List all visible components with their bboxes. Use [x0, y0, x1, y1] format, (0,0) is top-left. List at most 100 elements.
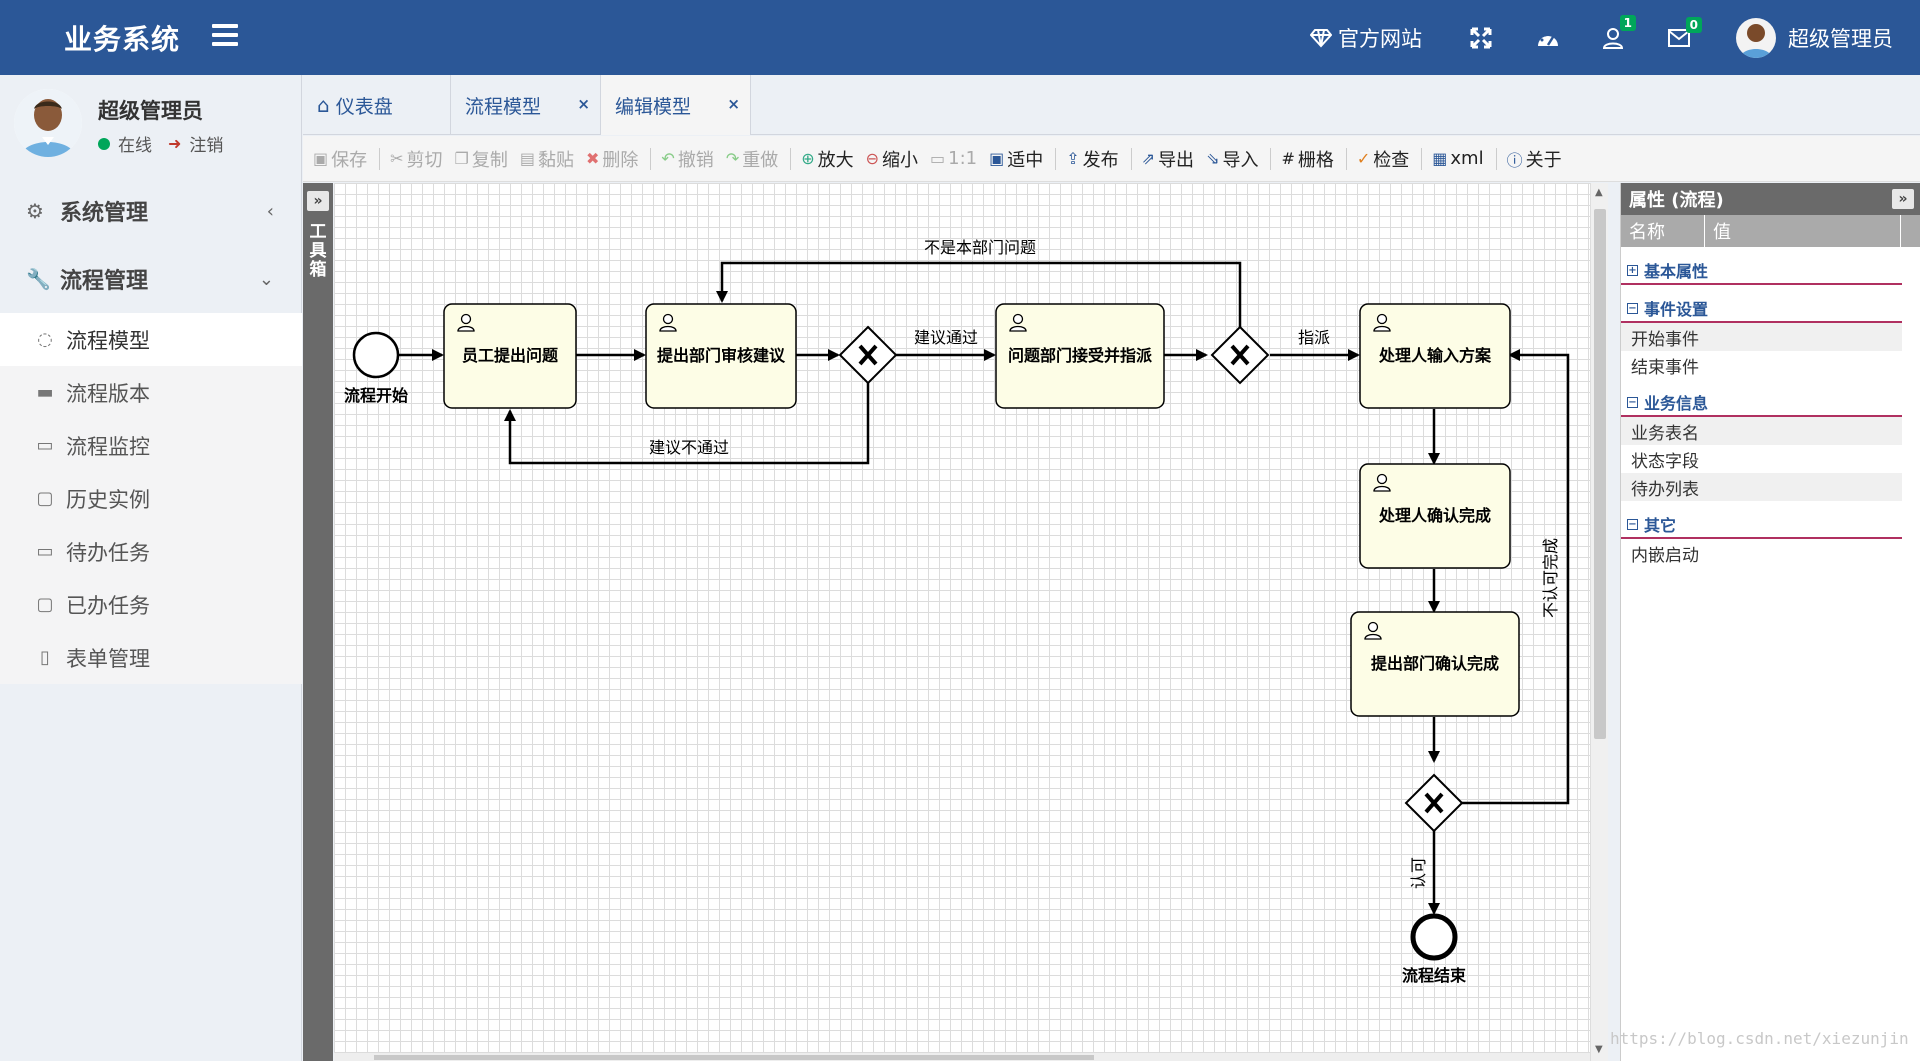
canvas-horizontal-scrollbar[interactable] — [334, 1053, 1590, 1061]
menu-group-label: 流程管理 — [60, 269, 149, 294]
editor-toolbar: ▣ 保存 ✂ 剪切 ❐ 复制 ▤ 黏贴 ✖ 删除 ↶ 撤销 ↷ 重做 ⊕ 放大 ⊖ 缩小 ▭ 1:1… — [303, 136, 1920, 182]
paste-button[interactable]: ▤ 黏贴 — [520, 146, 574, 172]
task-t6[interactable]: 提出部门确认完成 — [1350, 611, 1520, 717]
file-icon: ▯ — [40, 647, 50, 668]
expand-icon[interactable]: » — [307, 191, 329, 211]
prop-row[interactable]: 内嵌启动 — [1621, 539, 1902, 567]
dashboard-icon[interactable] — [1536, 28, 1560, 48]
tab-dashboard[interactable]: ⌂ 仪表盘 — [303, 75, 451, 135]
menu-group-process[interactable]: 🔧 流程管理 ⌄ — [0, 245, 302, 313]
task-t1[interactable]: 员工提出问题 — [443, 303, 577, 409]
task-t3[interactable]: 问题部门接受并指派 — [995, 303, 1165, 409]
publish-button[interactable]: ⇪ 发布 — [1066, 146, 1118, 172]
scroll-thumb[interactable] — [1594, 209, 1606, 739]
collapse-icon: − — [1627, 302, 1638, 314]
prop-group-other[interactable]: − 其它 — [1621, 511, 1902, 539]
sidebar-item-process-version[interactable]: ▬ 流程版本 — [0, 366, 302, 419]
user-menu[interactable]: 超级管理员 — [1736, 17, 1893, 58]
import-button[interactable]: ⇘ 导入 — [1206, 146, 1258, 172]
menu-toggle-icon[interactable] — [212, 24, 238, 46]
sidebar-item-todo[interactable]: ▭ 待办任务 — [0, 525, 302, 578]
prop-group-events[interactable]: − 事件设置 — [1621, 295, 1902, 323]
redo-button[interactable]: ↷ 重做 — [726, 146, 778, 172]
tab-process-model[interactable]: 流程模型 × — [451, 75, 601, 135]
gear-icon: ⚙ — [26, 199, 44, 223]
website-link[interactable]: 官方网站 — [1338, 23, 1422, 53]
mail-button[interactable]: 0 — [1668, 16, 1702, 47]
sidebar-item-process-monitor[interactable]: ▭ 流程监控 — [0, 419, 302, 472]
fullscreen-icon[interactable] — [1470, 27, 1492, 49]
scroll-thumb[interactable] — [374, 1055, 1094, 1060]
about-button[interactable]: ⓘ 关于 — [1507, 146, 1562, 172]
menu-group-system[interactable]: ⚙ 系统管理 ‹ — [0, 177, 302, 245]
export-label: 导出 — [1158, 149, 1195, 171]
actual-size-button[interactable]: ▭ 1:1 — [930, 148, 977, 169]
username: 超级管理员 — [1788, 26, 1893, 51]
diagram-canvas[interactable]: 流程开始 流程结束 员工提出问题 提出部门审核建议 问题部门接受并指派 处理人输… — [334, 183, 1590, 1061]
logout-icon: ➜ — [168, 134, 182, 153]
exclusive-gateway-3[interactable] — [1404, 773, 1464, 833]
sidebar-item-process-model[interactable]: ◌ 流程模型 — [0, 313, 302, 366]
prop-row[interactable]: 业务表名 — [1621, 417, 1902, 445]
sidebar-item-history[interactable]: ▢ 历史实例 — [0, 472, 302, 525]
scroll-down-icon[interactable]: ▼ — [1595, 1044, 1603, 1055]
exclusive-gateway-1[interactable] — [838, 325, 898, 385]
prop-group-basic[interactable]: + 基本属性 — [1621, 257, 1902, 285]
prop-row-label: 待办列表 — [1631, 479, 1699, 500]
exclusive-gateway-2[interactable] — [1210, 325, 1270, 385]
tab-label: 流程模型 — [465, 95, 542, 118]
prop-row[interactable]: 状态字段 — [1621, 445, 1902, 473]
paste-label: 黏贴 — [538, 149, 574, 171]
tab-edit-model[interactable]: 编辑模型 × — [601, 75, 751, 135]
task-t4[interactable]: 处理人输入方案 — [1359, 303, 1511, 409]
menu-group-label: 系统管理 — [60, 201, 149, 226]
scroll-up-icon[interactable]: ▲ — [1595, 187, 1603, 198]
grid-label: 栅格 — [1297, 149, 1334, 171]
close-icon[interactable]: × — [577, 95, 590, 113]
avatar — [1736, 17, 1776, 58]
fit-button[interactable]: ▣ 适中 — [989, 146, 1043, 172]
cut-button[interactable]: ✂ 剪切 — [390, 146, 442, 172]
canvas-vertical-scrollbar[interactable]: ▲ ▼ — [1590, 183, 1608, 1061]
flow-label-confirm: 认可 — [1409, 857, 1428, 889]
zoom-in-icon: ⊕ — [801, 149, 815, 168]
check-button[interactable]: ✓ 检查 — [1357, 146, 1409, 172]
save-button[interactable]: ▣ 保存 — [313, 146, 367, 172]
collapse-icon[interactable]: » — [1892, 189, 1914, 209]
grid-button[interactable]: # 栅格 — [1281, 146, 1333, 172]
sidebar-item-label: 已办任务 — [66, 593, 150, 618]
sidebar-item-done[interactable]: ▢ 已办任务 — [0, 578, 302, 631]
zoom-out-button[interactable]: ⊖ 缩小 — [866, 146, 918, 172]
undo-button[interactable]: ↶ 撤销 — [661, 146, 713, 172]
sidebar-item-forms[interactable]: ▯ 表单管理 — [0, 631, 302, 684]
app-brand[interactable]: 业务系统 — [64, 18, 180, 58]
task-t2[interactable]: 提出部门审核建议 — [645, 303, 797, 409]
task-t5[interactable]: 处理人确认完成 — [1359, 463, 1511, 569]
close-icon[interactable]: × — [727, 95, 740, 113]
tab-label: 仪表盘 — [335, 95, 393, 118]
xml-button[interactable]: ▦ xml — [1432, 148, 1483, 169]
flow-label-not-confirm: 不认可完成 — [1541, 538, 1560, 618]
col-value-header: 值 — [1705, 215, 1901, 247]
cut-label: 剪切 — [406, 149, 443, 171]
logout-link[interactable]: 注销 — [189, 131, 223, 156]
prop-group-business[interactable]: − 业务信息 — [1621, 389, 1902, 417]
copy-button[interactable]: ❐ 复制 — [455, 146, 508, 172]
task-label: 处理人输入方案 — [1378, 346, 1492, 365]
collapse-icon: − — [1627, 396, 1638, 408]
prop-row[interactable]: 待办列表 — [1621, 473, 1902, 501]
sidebar: 超级管理员 在线 ➜ 注销 ⚙ 系统管理 ‹ 🔧 流程管理 ⌄ ◌ 流程模型 ▬ 流… — [0, 75, 302, 1061]
prop-row-label: 内嵌启动 — [1631, 545, 1699, 566]
delete-button[interactable]: ✖ 删除 — [586, 146, 638, 172]
start-event[interactable] — [352, 331, 400, 379]
collapse-icon: − — [1627, 518, 1638, 530]
zoom-in-button[interactable]: ⊕ 放大 — [801, 146, 853, 172]
prop-row[interactable]: 开始事件 — [1621, 323, 1902, 351]
user-notify-button[interactable]: 1 — [1602, 14, 1636, 49]
avatar — [14, 89, 82, 157]
export-button[interactable]: ⇗ 导出 — [1142, 146, 1194, 172]
calendar-icon: ▢ — [36, 488, 54, 509]
prop-row[interactable]: 结束事件 — [1621, 351, 1902, 379]
top-nav-website[interactable]: 官方网站 — [1310, 0, 1422, 75]
end-event[interactable] — [1410, 913, 1458, 961]
